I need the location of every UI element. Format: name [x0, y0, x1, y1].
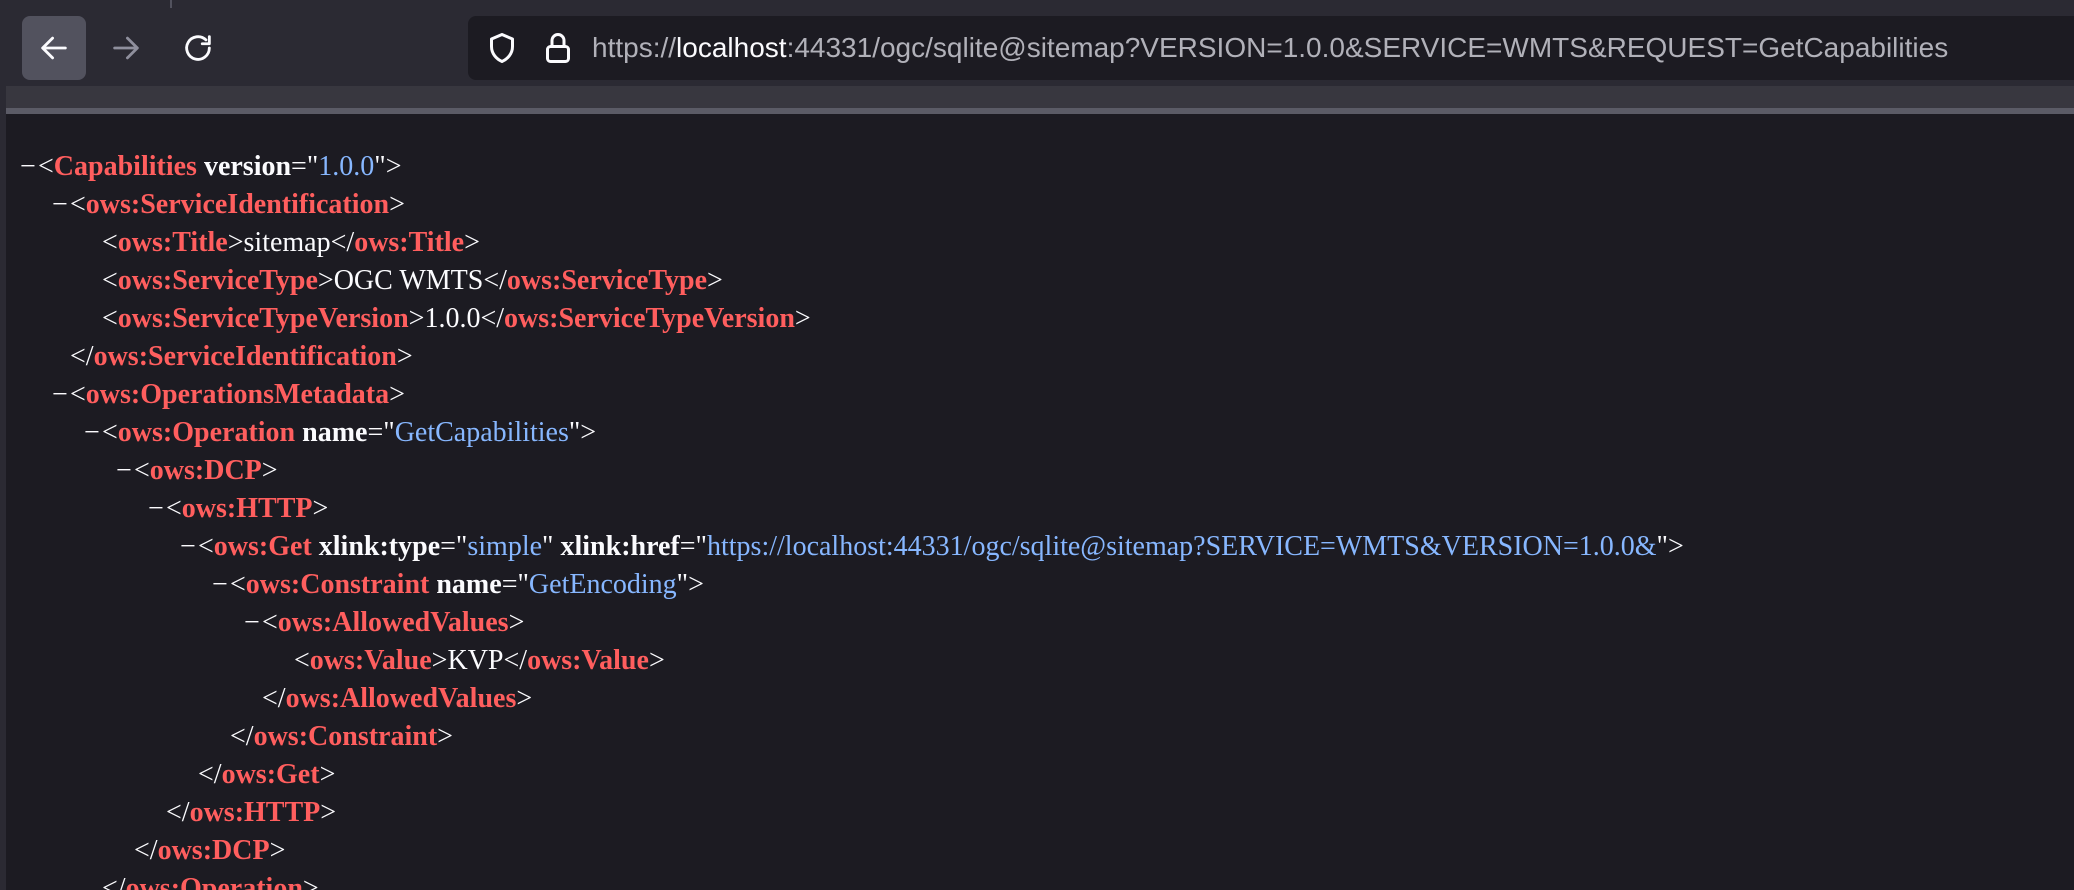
xml-tag: ows:Value [309, 645, 432, 676]
xml-line: −<ows:Constraint name="GetEncoding"> [212, 566, 704, 604]
xml-tag: ows:Value [527, 645, 649, 676]
xml-tag: ows:HTTP [189, 797, 321, 828]
xml-line: </ows:DCP> [134, 835, 286, 866]
shield-icon[interactable] [484, 30, 520, 66]
collapse-toggle[interactable]: − [148, 490, 166, 528]
xml-tag: ows:Get [221, 759, 320, 790]
xml-tag: ows:DCP [149, 455, 262, 486]
arrow-right-icon [113, 36, 139, 60]
xml-tag: ows:OperationsMetadata [85, 379, 390, 410]
address-bar[interactable]: https://localhost:44331/ogc/sqlite@sitem… [468, 16, 2074, 80]
xml-tag: ows:Title [354, 227, 465, 258]
xml-attr-value: 1.0.0 [318, 151, 375, 182]
url-prefix: https:// [592, 32, 677, 63]
xml-attr-value: simple [467, 531, 543, 562]
back-button[interactable] [22, 16, 86, 80]
xml-text: 1.0.0 [424, 303, 481, 334]
url-host: localhost [676, 32, 787, 63]
collapse-toggle[interactable]: − [180, 528, 198, 566]
xml-tag: ows:ServiceType [117, 265, 318, 296]
xml-line: −<ows:DCP> [116, 452, 278, 490]
xml-line: </ows:Operation> [102, 870, 319, 890]
xml-tag: ows:HTTP [181, 493, 313, 524]
xml-text: sitemap [243, 227, 331, 258]
xml-line: −<ows:HTTP> [148, 490, 328, 528]
xml-line: −<Capabilities version="1.0.0"> [20, 148, 402, 186]
xml-tag: ows:DCP [157, 835, 270, 866]
xml-line: </ows:Constraint> [230, 721, 453, 752]
url-text[interactable]: https://localhost:44331/ogc/sqlite@sitem… [592, 16, 1948, 80]
xml-tag: ows:ServiceIdentification [93, 341, 397, 372]
xml-tag: ows:Operation [125, 873, 303, 890]
xml-attr-value: https://localhost:44331/ogc/sqlite@sitem… [707, 531, 1657, 562]
xml-line: −<ows:Get xlink:type="simple" xlink:href… [180, 528, 1684, 566]
xml-line: </ows:Get> [198, 759, 336, 790]
xml-attr-name: version [203, 151, 292, 182]
collapse-toggle[interactable]: − [84, 414, 102, 452]
arrow-left-icon [41, 36, 67, 60]
xml-viewer: −<Capabilities version="1.0.0"> −<ows:Se… [0, 114, 2068, 890]
xml-tag: ows:AllowedValues [277, 607, 509, 638]
xml-attr-value: GetCapabilities [394, 417, 569, 448]
xml-tag: Capabilities [53, 151, 197, 182]
xml-line: </ows:HTTP> [166, 797, 337, 828]
xml-text: KVP [447, 645, 504, 676]
xml-attr-name: xlink:type [318, 531, 441, 562]
reload-icon [185, 35, 211, 61]
xml-attr-name: name [302, 417, 368, 448]
xml-tag: ows:ServiceIdentification [85, 189, 390, 220]
url-rest: :44331/ogc/sqlite@sitemap?VERSION=1.0.0&… [786, 32, 1949, 63]
collapse-toggle[interactable]: − [52, 376, 70, 414]
collapse-toggle[interactable]: − [244, 604, 262, 642]
xml-attr-value: GetEncoding [528, 569, 677, 600]
collapse-toggle[interactable]: − [116, 452, 134, 490]
xml-line: <ows:ServiceTypeVersion>1.0.0</ows:Servi… [102, 303, 811, 334]
xml-tag: ows:ServiceTypeVersion [504, 303, 795, 334]
browser-toolbar: https://localhost:44331/ogc/sqlite@sitem… [0, 0, 2074, 100]
xml-tag: ows:ServiceTypeVersion [117, 303, 409, 334]
xml-line: −<ows:Operation name="GetCapabilities"> [84, 414, 596, 452]
toolbar-divider [170, 0, 172, 8]
forward-button[interactable] [94, 16, 158, 80]
xml-line: </ows:AllowedValues> [262, 683, 533, 714]
xml-line: <ows:ServiceType>OGC WMTS</ows:ServiceTy… [102, 265, 723, 296]
xml-line: <ows:Title>sitemap</ows:Title> [102, 227, 480, 258]
xml-tag: ows:ServiceType [506, 265, 708, 296]
xml-tag: ows:Constraint [245, 569, 430, 600]
xml-tag: ows:AllowedValues [285, 683, 517, 714]
xml-tag: ows:Constraint [253, 721, 438, 752]
tab-strip [6, 86, 2074, 108]
xml-line: −<ows:ServiceIdentification> [52, 186, 405, 224]
lock-icon[interactable] [540, 30, 576, 66]
xml-attr-name: name [436, 569, 502, 600]
xml-tag: ows:Title [117, 227, 228, 258]
xml-line: <ows:Value>KVP</ows:Value> [294, 645, 665, 676]
xml-text: OGC WMTS [333, 265, 484, 296]
collapse-toggle[interactable]: − [212, 566, 230, 604]
xml-line: −<ows:AllowedValues> [244, 604, 524, 642]
xml-line: </ows:ServiceIdentification> [70, 341, 413, 372]
collapse-toggle[interactable]: − [52, 186, 70, 224]
xml-tag: ows:Operation [117, 417, 296, 448]
xml-tag: ows:Get [213, 531, 312, 562]
reload-button[interactable] [166, 16, 230, 80]
xml-line: −<ows:OperationsMetadata> [52, 376, 405, 414]
collapse-toggle[interactable]: − [20, 148, 38, 186]
xml-attr-name: xlink:href [560, 531, 680, 562]
